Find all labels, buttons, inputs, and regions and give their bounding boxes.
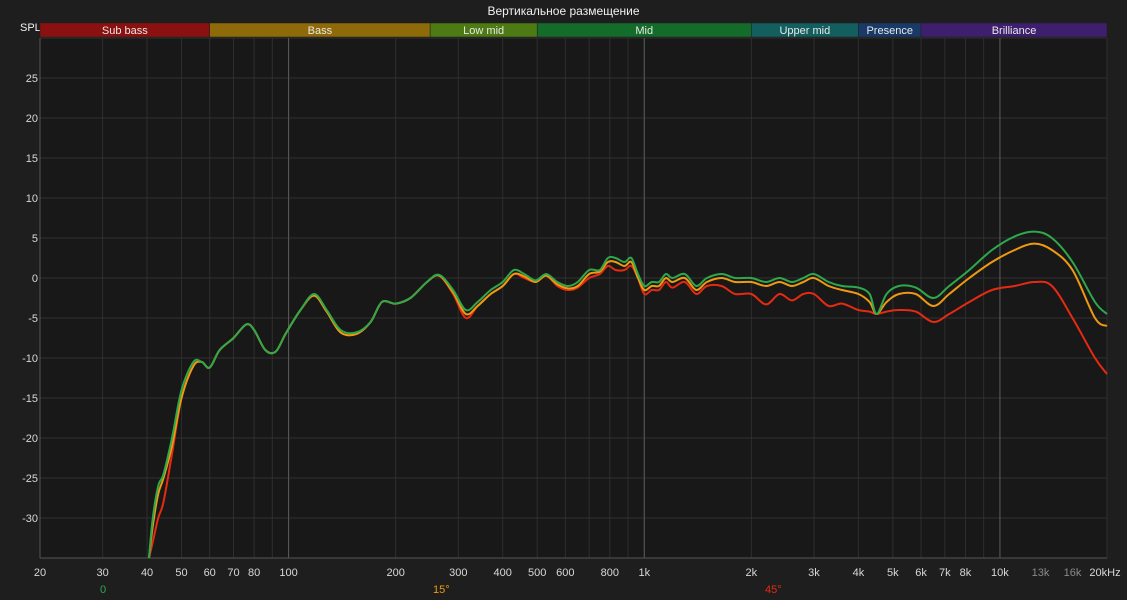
legend-item-45: 45° xyxy=(765,584,782,596)
band-label: Upper mid xyxy=(779,25,830,37)
x-tick-label: 20kHz xyxy=(1089,567,1120,579)
y-tick-label: -10 xyxy=(22,353,38,365)
x-tick-label: 80 xyxy=(248,567,260,579)
x-tick-label: 13k xyxy=(1032,567,1050,579)
legend-item-0: 0 xyxy=(100,584,107,596)
x-tick-label: 50 xyxy=(175,567,187,579)
x-tick-label: 10k xyxy=(991,567,1009,579)
x-tick-label: 2k xyxy=(746,567,758,579)
x-tick-label: 6k xyxy=(915,567,927,579)
x-tick-label: 20 xyxy=(34,567,46,579)
x-tick-label: 200 xyxy=(386,567,404,579)
x-tick-label: 600 xyxy=(556,567,574,579)
band-label: Brilliance xyxy=(992,25,1037,37)
x-tick-label: 400 xyxy=(494,567,512,579)
y-tick-label: -20 xyxy=(22,433,38,445)
x-tick-label: 60 xyxy=(204,567,216,579)
x-tick-label: 5k xyxy=(887,567,899,579)
x-tick-label: 1k xyxy=(638,567,650,579)
legend-item-15: 15° xyxy=(433,584,450,596)
y-tick-label: 15 xyxy=(26,153,38,165)
y-tick-label: 25 xyxy=(26,73,38,85)
x-tick-label: 7k xyxy=(939,567,951,579)
x-tick-label: 16k xyxy=(1064,567,1082,579)
frequency-response-chart: Sub bass Bass Low mid Mid Upper mid Presence B… xyxy=(22,22,1121,579)
y-tick-label: -15 xyxy=(22,393,38,405)
x-tick-label: 500 xyxy=(528,567,546,579)
x-tick-label: 100 xyxy=(279,567,297,579)
band-label: Presence xyxy=(866,25,912,37)
plot-area xyxy=(40,38,1107,558)
x-tick-label: 8k xyxy=(960,567,972,579)
y-tick-label: -5 xyxy=(28,313,38,325)
band-label: Low mid xyxy=(463,25,504,37)
y-tick-label: 0 xyxy=(32,273,38,285)
x-tick-label: 800 xyxy=(601,567,619,579)
x-tick-label: 70 xyxy=(227,567,239,579)
y-tick-label: -25 xyxy=(22,473,38,485)
y-tick-label: -30 xyxy=(22,513,38,525)
band-label: Sub bass xyxy=(102,25,148,37)
x-tick-label: 4k xyxy=(853,567,865,579)
y-tick-label: 20 xyxy=(26,113,38,125)
x-tick-label: 3k xyxy=(808,567,820,579)
y-tick-label: 5 xyxy=(32,233,38,245)
band-label: Bass xyxy=(308,25,333,37)
y-tick-label: 10 xyxy=(26,193,38,205)
x-tick-label: 30 xyxy=(97,567,109,579)
band-label: Mid xyxy=(635,25,653,37)
x-tick-label: 300 xyxy=(449,567,467,579)
x-tick-label: 40 xyxy=(141,567,153,579)
